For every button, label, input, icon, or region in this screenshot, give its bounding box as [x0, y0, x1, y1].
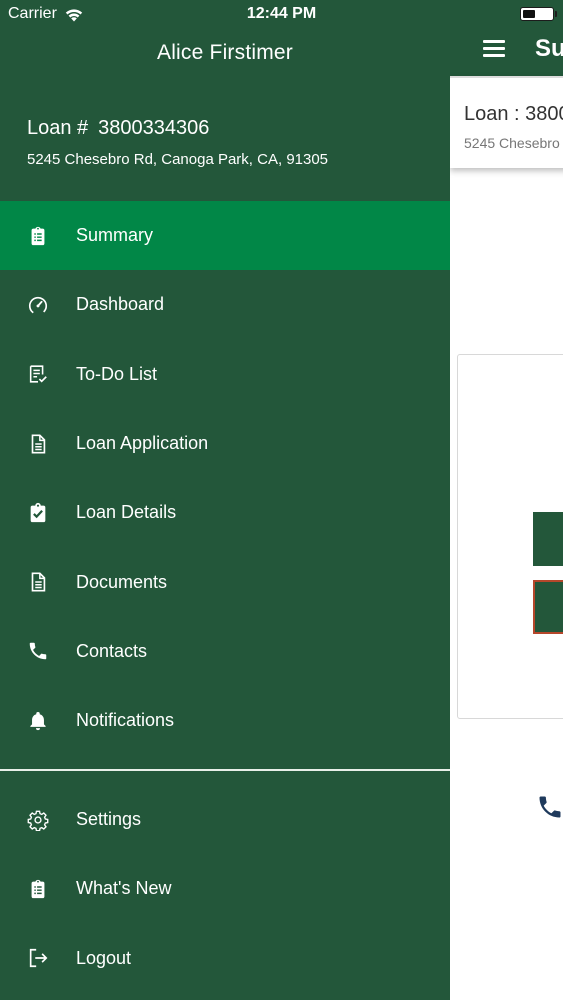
phone-icon[interactable] — [536, 793, 563, 821]
menu-item-label: What's New — [76, 878, 172, 899]
drawer-menu: Summary Dashboard To-Do List Loan Applic… — [0, 201, 450, 755]
phone-icon — [26, 639, 50, 663]
document-icon — [26, 570, 50, 594]
user-name: Alice Firstimer — [156, 41, 293, 64]
clipboard-list-icon — [26, 877, 50, 901]
menu-item-label: Notifications — [76, 710, 175, 731]
loan-number-label: Loan # — [27, 117, 89, 139]
menu-item-label: Settings — [76, 809, 142, 830]
status-bar: Carrier 12:44 PM — [0, 0, 563, 30]
gauge-icon — [26, 293, 50, 317]
menu-item-to-do-list[interactable]: To-Do List — [0, 340, 450, 409]
navigation-drawer: Alice Firstimer Loan # 3800334306 5245 Ch… — [0, 0, 450, 1000]
menu-item-label: To-Do List — [76, 363, 158, 384]
menu-item-label: Loan Application — [76, 433, 209, 454]
loan-number: Loan # 3800334306 — [27, 117, 209, 140]
document-icon — [26, 432, 50, 456]
menu-item-loan-application[interactable]: Loan Application — [0, 409, 450, 478]
menu-item-label: Loan Details — [76, 502, 177, 523]
main-title: Su — [535, 35, 563, 62]
menu-item-label: Summary — [76, 225, 154, 246]
bell-icon — [26, 709, 50, 733]
checklist-icon — [26, 362, 50, 386]
menu-item-loan-details[interactable]: Loan Details — [0, 478, 450, 547]
menu-item-label: Contacts — [76, 640, 148, 661]
menu-item-notifications[interactable]: Notifications — [0, 686, 450, 755]
hamburger-menu-icon[interactable] — [483, 40, 505, 58]
menu-item-summary[interactable]: Summary — [0, 201, 450, 271]
menu-item-label: Dashboard — [76, 294, 165, 315]
menu-item-documents[interactable]: Documents — [0, 547, 450, 616]
menu-item-contacts[interactable]: Contacts — [0, 617, 450, 686]
loan-card-title: Loan : 3800 — [464, 103, 563, 125]
clock: 12:44 PM — [246, 5, 317, 22]
loan-card: Loan : 3800 5245 Chesebro — [450, 76, 563, 168]
primary-action-button[interactable] — [533, 512, 563, 566]
property-address: 5245 Chesebro Rd, Canoga Park, CA, 91305 — [27, 151, 329, 168]
loan-card-address: 5245 Chesebro — [464, 135, 560, 151]
clipboard-check-icon — [26, 501, 50, 525]
menu-item-label: Documents — [76, 571, 168, 592]
battery-icon — [520, 7, 557, 21]
secondary-action-button[interactable] — [533, 580, 563, 634]
gear-icon — [26, 808, 50, 832]
logout-icon — [26, 946, 50, 970]
menu-item-label: Logout — [76, 947, 132, 968]
menu-divider — [0, 769, 450, 771]
menu-item-settings[interactable]: Settings — [0, 785, 450, 854]
menu-item-logout[interactable]: Logout — [0, 924, 450, 993]
loan-number-value: 3800334306 — [98, 117, 210, 139]
menu-item-whats-new[interactable]: What's New — [0, 854, 450, 923]
menu-item-dashboard[interactable]: Dashboard — [0, 270, 450, 339]
main-screen: Su Loan : 3800 5245 Chesebro — [450, 0, 563, 1000]
clipboard-icon — [26, 224, 50, 248]
drawer-bottom-menu: Settings What's New Logout — [0, 785, 450, 993]
